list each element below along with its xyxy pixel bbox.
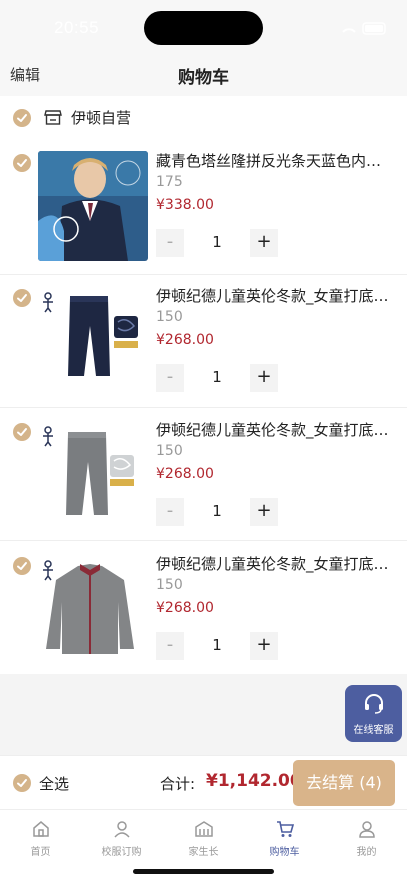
item-title[interactable]: 伊顿纪德儿童英伦冬款_女童打底裤加绒 [156, 285, 392, 306]
shop-name[interactable]: 伊顿自营 [71, 107, 131, 128]
check-icon [17, 294, 27, 302]
tab-label: 校服订购 [101, 847, 142, 858]
total-label: 合计: [160, 775, 196, 793]
increase-button[interactable]: + [250, 229, 278, 257]
cart-item[interactable]: 伊顿纪德儿童英伦冬款_女童打底外套 150 ¥268.00 - 1 + [0, 547, 407, 677]
tab-family-growth[interactable]: 家生长 [163, 810, 244, 860]
check-icon [17, 159, 27, 167]
tab-profile[interactable]: 我的 [326, 810, 407, 860]
item-price: ¥338.00 [156, 197, 214, 213]
status-icons [342, 22, 386, 35]
item-checkbox[interactable] [13, 423, 31, 441]
divider [0, 540, 407, 541]
shop-row: 伊顿自营 [0, 96, 407, 140]
cart-item[interactable]: 伊顿纪德儿童英伦冬款_女童打底裤加绒 150 ¥268.00 - 1 + [0, 279, 407, 409]
quantity-value[interactable]: 1 [192, 233, 242, 251]
school-building-icon [195, 821, 213, 837]
divider [0, 274, 407, 275]
camera-notch [144, 11, 263, 45]
checkout-button[interactable]: 去结算 (4) [293, 760, 395, 806]
page-title: 购物车 [178, 68, 229, 88]
cart-icon [277, 821, 295, 837]
item-size: 150 [156, 309, 183, 325]
item-checkbox[interactable] [13, 154, 31, 172]
tab-label: 我的 [356, 847, 377, 858]
home-icon [33, 821, 49, 837]
item-checkbox[interactable] [13, 289, 31, 307]
item-checkbox[interactable] [13, 557, 31, 575]
quantity-value[interactable]: 1 [192, 636, 242, 654]
quantity-value[interactable]: 1 [192, 368, 242, 386]
boy-in-navy-jacket-photo [38, 151, 148, 261]
tab-home[interactable]: 首页 [0, 810, 81, 860]
home-indicator [133, 869, 274, 874]
quantity-stepper: - 1 + [156, 498, 278, 526]
item-price: ¥268.00 [156, 466, 214, 482]
item-price: ¥268.00 [156, 332, 214, 348]
decrease-button[interactable]: - [156, 229, 184, 257]
tab-label: 购物车 [269, 847, 300, 858]
check-icon [17, 428, 27, 436]
check-icon [17, 779, 27, 787]
navy-fleece-pants [38, 286, 148, 396]
decrease-button[interactable]: - [156, 632, 184, 660]
online-service-label: 在线客服 [353, 725, 394, 736]
item-title[interactable]: 伊顿纪德儿童英伦冬款_女童打底裤加绒 [156, 419, 392, 440]
item-image[interactable] [38, 554, 148, 664]
item-image[interactable] [38, 151, 148, 261]
check-icon [17, 562, 27, 570]
increase-button[interactable]: + [250, 364, 278, 392]
tab-uniform-order[interactable]: 校服订购 [81, 810, 162, 860]
item-title[interactable]: 藏青色塔丝隆拼反光条天蓝色内胆防风外套 [156, 150, 392, 171]
tab-label: 首页 [30, 847, 51, 858]
tab-cart[interactable]: 购物车 [244, 810, 325, 860]
store-icon [44, 110, 62, 125]
item-price: ¥268.00 [156, 600, 214, 616]
decrease-button[interactable]: - [156, 498, 184, 526]
increase-button[interactable]: + [250, 632, 278, 660]
item-image[interactable] [38, 286, 148, 396]
item-size: 150 [156, 577, 183, 593]
tab-label: 家生长 [188, 847, 219, 858]
check-icon [17, 114, 27, 122]
cart-item[interactable]: 伊顿纪德儿童英伦冬款_女童打底裤加绒 150 ¥268.00 - 1 + [0, 413, 407, 543]
grey-fleece-jacket [38, 554, 148, 664]
item-image[interactable] [38, 420, 148, 530]
quantity-value[interactable]: 1 [192, 502, 242, 520]
item-title[interactable]: 伊顿纪德儿童英伦冬款_女童打底外套 [156, 553, 392, 574]
checkout-bar: 全选 合计: ¥1,142.00 去结算 (4) [0, 755, 407, 809]
select-all-checkbox[interactable] [13, 774, 31, 792]
decrease-button[interactable]: - [156, 364, 184, 392]
status-time: 20:55 [54, 18, 100, 37]
select-all-label[interactable]: 全选 [39, 773, 69, 794]
shop-checkbox[interactable] [13, 109, 31, 127]
divider [0, 407, 407, 408]
grey-fleece-pants [38, 420, 148, 530]
cart-list: 伊顿自营 藏青色塔丝隆拼反光条天蓝色内胆防风外套 175 ¥338.00 [0, 96, 407, 674]
increase-button[interactable]: + [250, 498, 278, 526]
quantity-stepper: - 1 + [156, 632, 278, 660]
cart-item[interactable]: 藏青色塔丝隆拼反光条天蓝色内胆防风外套 175 ¥338.00 - 1 + [0, 144, 407, 274]
uniform-order-icon [114, 821, 130, 838]
online-service-button[interactable]: 在线客服 [345, 685, 402, 742]
quantity-stepper: - 1 + [156, 364, 278, 392]
item-size: 175 [156, 174, 183, 190]
total-value: ¥1,142.00 [206, 771, 302, 791]
item-size: 150 [156, 443, 183, 459]
headset-icon [365, 694, 383, 714]
profile-icon [359, 821, 375, 838]
header: 20:55 编辑 购物车 [0, 0, 407, 96]
quantity-stepper: - 1 + [156, 229, 278, 257]
